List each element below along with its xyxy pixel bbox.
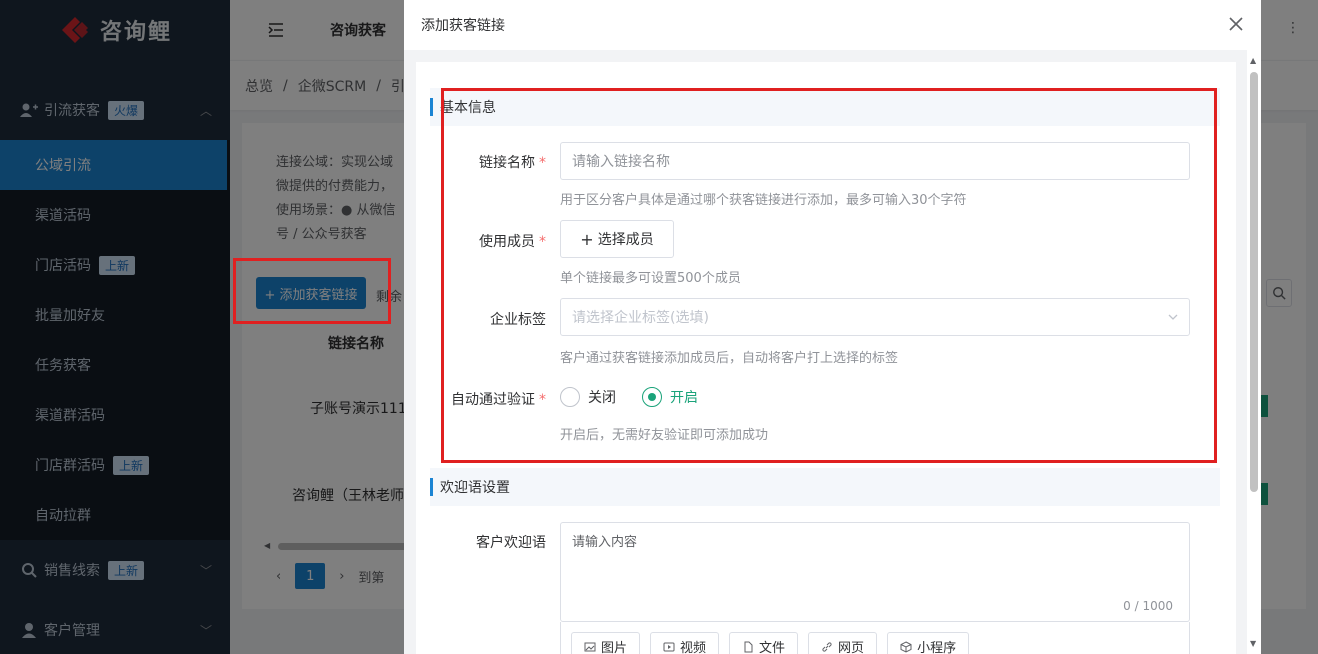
video-icon	[663, 642, 675, 651]
attach-file-button[interactable]: 文件	[729, 631, 799, 654]
link-icon	[822, 641, 832, 652]
file-icon	[744, 641, 753, 652]
scroll-up-icon[interactable]: ▲	[1250, 56, 1256, 65]
welcome-textarea[interactable]: 请输入内容 0 / 1000	[560, 522, 1190, 622]
section-welcome: 欢迎语设置	[430, 468, 1220, 506]
textarea-placeholder: 请输入内容	[572, 535, 638, 550]
attach-label: 网页	[838, 641, 865, 654]
cube-icon	[900, 640, 912, 653]
attachment-toolbar: 图片 视频 文件 网页 小程序	[560, 622, 1190, 654]
attach-video-button[interactable]: 视频	[650, 631, 720, 654]
drawer-title: 添加获客链接	[421, 18, 505, 34]
attach-label: 文件	[759, 641, 786, 654]
attach-link-button[interactable]: 网页	[808, 631, 878, 654]
attach-label: 小程序	[917, 641, 957, 654]
label-text: 客户欢迎语	[476, 535, 546, 551]
image-icon	[584, 642, 596, 651]
welcome-label: 客户欢迎语	[416, 532, 546, 552]
scroll-thumb[interactable]	[1250, 72, 1258, 492]
attach-image-button[interactable]: 图片	[571, 631, 641, 654]
vertical-scrollbar[interactable]: ▲ ▼	[1247, 50, 1261, 654]
attach-miniprogram-button[interactable]: 小程序	[887, 631, 970, 654]
attach-label: 图片	[601, 641, 628, 654]
highlight-basic-info	[441, 88, 1217, 463]
char-counter: 0 / 1000	[1123, 599, 1173, 613]
close-icon[interactable]	[1227, 15, 1245, 33]
scroll-down-icon[interactable]: ▼	[1250, 639, 1256, 648]
attach-label: 视频	[680, 641, 707, 654]
section-title: 欢迎语设置	[440, 480, 510, 496]
highlight-add-button	[233, 258, 391, 324]
